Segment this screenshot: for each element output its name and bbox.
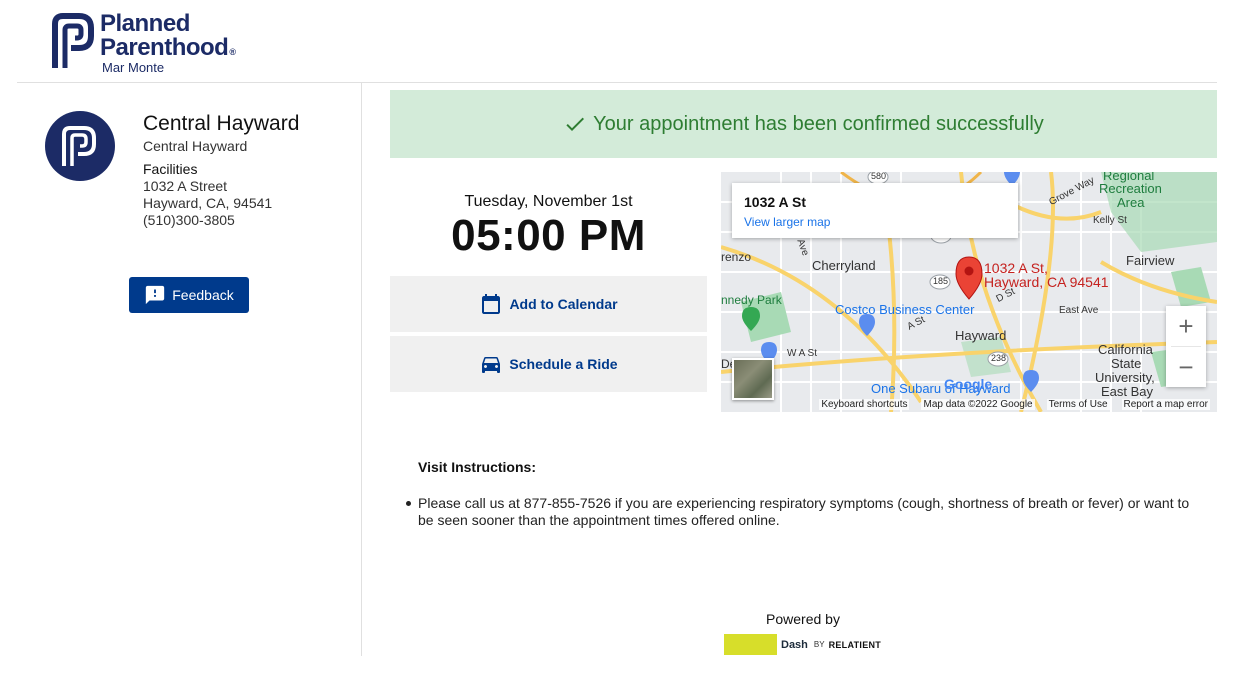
site-header: Planned Parenthood® Mar Monte [17, 0, 1217, 83]
map-label-route-238: 238 [991, 353, 1007, 363]
keyboard-shortcuts-link[interactable]: Keyboard shortcuts [819, 398, 910, 410]
feedback-label: Feedback [172, 287, 234, 303]
map-label-university: University, [1095, 370, 1155, 385]
map-label-route-580: 580 [871, 172, 887, 181]
planned-parenthood-mark-icon [52, 13, 94, 68]
minus-icon: − [1178, 351, 1194, 382]
map-label-recreation: Recreation [1099, 181, 1162, 196]
map-pin-label-line2: Hayward, CA 94541 [984, 274, 1109, 290]
feedback-icon [146, 285, 165, 305]
location-map[interactable]: 1032 A St View larger map Regional Recre… [721, 172, 1217, 412]
add-to-calendar-button[interactable]: Add to Calendar [390, 276, 707, 332]
map-label-costco: Costco Business Center [835, 302, 975, 317]
map-label-state: State [1111, 356, 1142, 371]
schedule-ride-label: Schedule a Ride [509, 356, 618, 372]
map-label-area: Area [1117, 195, 1145, 210]
confirmation-message: Your appointment has been confirmed succ… [593, 112, 1044, 135]
check-icon [566, 117, 585, 131]
brand-affiliate: Mar Monte [102, 60, 165, 75]
terms-of-use-link[interactable]: Terms of Use [1046, 398, 1110, 410]
clinic-type: Facilities [143, 161, 198, 177]
map-place-card: 1032 A St View larger map [732, 183, 1018, 238]
clinic-street: 1032 A Street [143, 178, 228, 194]
brand-name-line1: Planned [100, 10, 190, 37]
visit-instruction-item: Please call us at 877-855-7526 if you ar… [406, 495, 1198, 529]
plus-icon: + [1178, 310, 1194, 341]
map-label-lorenzo: renzo [721, 250, 752, 264]
dash-logo-bar [724, 634, 777, 655]
confirmation-banner: Your appointment has been confirmed succ… [390, 90, 1217, 158]
clinic-city: Hayward, CA, 94541 [143, 195, 273, 211]
report-map-error-link[interactable]: Report a map error [1121, 398, 1210, 410]
visit-instructions-list: Please call us at 877-855-7526 if you ar… [406, 495, 1198, 529]
appointment-date: Tuesday, November 1st [464, 193, 633, 210]
add-to-calendar-label: Add to Calendar [509, 296, 618, 312]
relatient-logo-text: RELATIENT [828, 639, 882, 650]
map-place-title: 1032 A St [744, 194, 806, 210]
map-label-hayward: Hayward [955, 328, 1007, 343]
car-icon [482, 357, 501, 373]
dash-logo-text: Dash [781, 638, 808, 651]
google-logo: Google [944, 376, 993, 392]
map-data-attribution: Map data ©2022 Google [921, 398, 1035, 410]
clinic-sidebar: Central Hayward Central Hayward Faciliti… [0, 83, 362, 656]
satellite-view-toggle[interactable] [732, 358, 774, 400]
clinic-avatar [45, 111, 115, 181]
planned-parenthood-logo-icon [62, 126, 96, 166]
brand-name-line2: Parenthood® [100, 34, 236, 61]
map-label-cherryland: Cherryland [812, 258, 876, 273]
map-label-fairview: Fairview [1126, 253, 1175, 268]
map-label-route-185: 185 [933, 276, 949, 286]
appointment-time: 05:00 PM [451, 211, 646, 260]
calendar-icon [482, 294, 501, 314]
map-label-kelly-st: Kelly St [1093, 215, 1127, 226]
map-label-california: California [1098, 342, 1153, 357]
map-zoom-control: + − [1166, 306, 1206, 387]
clinic-name: Central Hayward [143, 112, 300, 135]
schedule-ride-button[interactable]: Schedule a Ride [390, 336, 707, 392]
zoom-in-button[interactable]: + [1166, 306, 1206, 346]
view-larger-map-link[interactable]: View larger map [744, 215, 1006, 229]
visit-instructions-title: Visit Instructions: [418, 459, 536, 475]
map-label-w-a-st: W A St [787, 348, 818, 359]
planned-parenthood-logo[interactable]: Planned Parenthood® Mar Monte [51, 10, 236, 75]
dash-relatient-logo: Dash BY RELATIENT [724, 634, 881, 655]
feedback-button[interactable]: Feedback [129, 277, 249, 313]
dash-logo-by: BY [813, 640, 825, 649]
map-label-kennedy-park: nnedy Park [721, 293, 782, 307]
clinic-phone: (510)300-3805 [143, 212, 235, 228]
map-attribution-bar: Keyboard shortcuts Map data ©2022 Google… [721, 396, 1217, 412]
powered-by-label: Powered by [766, 611, 840, 627]
map-label-east-ave: East Ave [1059, 305, 1099, 316]
zoom-out-button[interactable]: − [1166, 347, 1206, 387]
clinic-subtitle: Central Hayward [143, 138, 248, 154]
